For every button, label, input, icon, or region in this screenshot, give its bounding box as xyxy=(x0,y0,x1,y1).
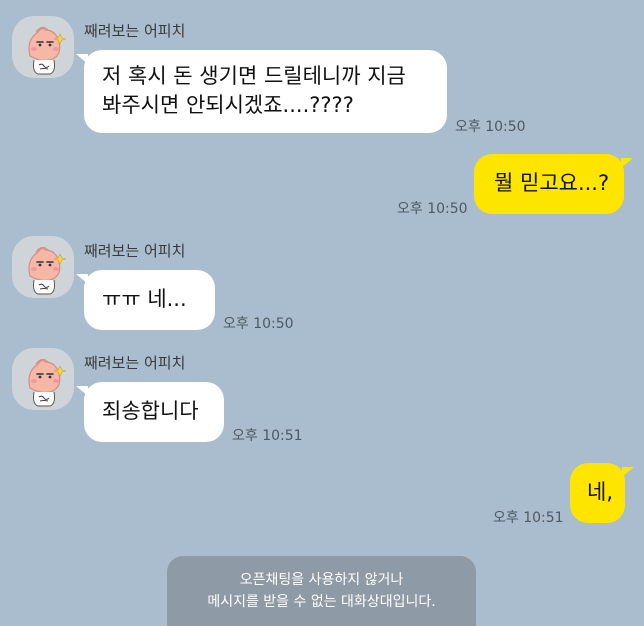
bubble-tail xyxy=(621,158,633,168)
sender-name: 째려보는 어피치 xyxy=(84,22,186,40)
outgoing-message-bubble[interactable]: 뭘 믿고요...? xyxy=(474,154,624,214)
message-timestamp: 오후 10:50 xyxy=(455,119,526,135)
message-text: 네, xyxy=(587,480,613,504)
incoming-message-bubble[interactable]: 저 혹시 돈 생기면 드릴테니까 지금 봐주시면 안되시겠죠....???? xyxy=(84,50,447,133)
message-timestamp: 오후 10:51 xyxy=(493,510,564,526)
sender-name: 째려보는 어피치 xyxy=(84,354,186,372)
avatar-apeach-icon[interactable] xyxy=(12,236,74,298)
incoming-message-bubble[interactable]: 죄송합니다 xyxy=(84,382,224,442)
sender-name: 째려보는 어피치 xyxy=(84,242,186,260)
apeach-avatar-graphic xyxy=(28,26,67,75)
apeach-avatar-graphic xyxy=(28,246,67,295)
message-text: 죄송합니다 xyxy=(102,399,199,423)
chat-area: 째려보는 어피치 저 혹시 돈 생기면 드릴테니까 지금 봐주시면 안되시겠죠.… xyxy=(0,0,644,626)
message-timestamp: 오후 10:51 xyxy=(232,428,303,444)
avatar-apeach-icon[interactable] xyxy=(12,16,74,78)
apeach-avatar-graphic xyxy=(28,358,67,407)
message-text: 뭘 믿고요...? xyxy=(494,171,610,195)
notice-line: 오픈채팅을 사용하지 않거나 xyxy=(239,572,404,588)
message-timestamp: 오후 10:50 xyxy=(397,201,468,217)
outgoing-message-bubble[interactable]: 네, xyxy=(570,463,625,523)
incoming-message-bubble[interactable]: ㅠㅠ 네... xyxy=(84,270,215,330)
message-text-line: 저 혹시 돈 생기면 드릴테니까 지금 xyxy=(102,64,406,88)
system-notice: 오픈채팅을 사용하지 않거나 메시지를 받을 수 없는 대화상대입니다. xyxy=(167,556,476,626)
bubble-tail xyxy=(622,467,634,477)
message-timestamp: 오후 10:50 xyxy=(223,316,294,332)
notice-line: 메시지를 받을 수 없는 대화상대입니다. xyxy=(207,594,436,610)
avatar-apeach-icon[interactable] xyxy=(12,348,74,410)
message-text: ㅠㅠ 네... xyxy=(102,287,187,311)
message-text-line: 봐주시면 안되시겠죠....???? xyxy=(102,93,354,117)
